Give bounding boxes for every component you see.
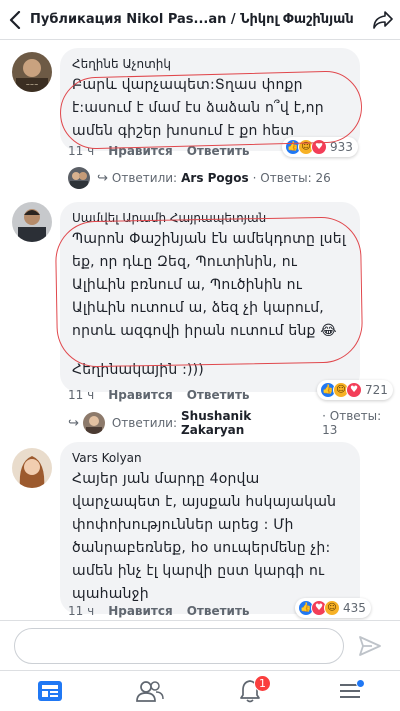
replies-summary[interactable]: ↪ Ответили: Ars Pogos · Ответы: 26 [68,167,331,189]
comment-text: Հայեր յան մարդը 4օրվա վարչապետ է, այսքան… [72,471,337,602]
reaction-count: 933 [330,140,353,154]
reaction-count: 435 [343,601,366,615]
comment-bubble[interactable]: Հեղինե Աչոտիկ Բարև վարչապետ:Տղաս փոքր է:… [60,48,360,151]
love-reaction-icon: ♥ [346,382,362,398]
replies-count: · Ответы: 26 [252,171,331,185]
news-feed-icon [38,681,62,701]
comment-time: 11 ч [68,388,95,402]
notifications-badge: 1 [254,675,271,692]
reply-link[interactable]: Ответить [187,604,250,618]
love-reaction-icon: ♥ [311,139,327,155]
back-button[interactable] [0,0,30,40]
haha-reaction-icon: ☺ [324,600,340,616]
back-chevron-icon [9,10,21,29]
comment-meta: 11 ч Нравится Ответить [68,144,250,158]
tab-menu[interactable] [300,671,400,711]
comment-bubble[interactable]: Vars Kolyan Հայեր յան մարդը 4օրվա վարչապ… [60,442,360,614]
reply-author[interactable]: Ars Pogos [181,171,249,185]
comment-author[interactable]: Հեղինե Աչոտիկ [72,56,348,72]
replies-count: · Ответы: 13 [322,409,382,437]
top-bar: Публикация Nikol Pas...an / Նիկոլ Փաշինյ… [0,0,400,40]
reaction-summary[interactable]: 👍 ♥ ☺ 435 [295,598,371,618]
menu-indicator-dot [356,679,365,688]
reaction-summary[interactable]: 👍 ☺ ♥ 933 [282,137,358,157]
svg-text:~~~: ~~~ [26,82,39,88]
avatar[interactable]: ~~~ [12,52,52,92]
comment-meta: 11 ч Нравится Ответить [68,388,250,402]
reply-arrow-icon: ↪ [68,415,79,431]
tab-news-feed[interactable] [0,671,100,711]
like-link[interactable]: Нравится [108,388,173,402]
share-button[interactable] [366,0,400,40]
page-title: Публикация Nikol Pas...an / Նիկոլ Փաշինյ… [30,12,354,27]
comment-time: 11 ч [68,604,95,618]
avatar[interactable] [12,202,52,242]
comment-time: 11 ч [68,144,95,158]
friends-icon [136,681,164,702]
replies-prefix: Ответили: [111,416,178,430]
reply-author[interactable]: Shushanik Zakaryan [181,409,318,437]
comment-author[interactable]: Սամվել Արամի Հայրապետյան [72,210,348,226]
reply-link[interactable]: Ответить [187,144,250,158]
reaction-summary[interactable]: 👍 ☺ ♥ 721 [317,380,393,400]
send-icon [359,635,381,656]
avatar[interactable] [12,448,52,488]
comment-input[interactable] [14,627,344,664]
comment-text: Բարև վարչապետ:Տղաս փոքր է:ասում է մամ էս… [72,77,324,139]
tab-notifications[interactable]: 1 [200,671,300,711]
replies-summary[interactable]: ↪ Ответили: Shushanik Zakaryan · Ответы:… [68,409,400,437]
bottom-tab-bar: 1 [0,670,400,711]
comment-bubble[interactable]: Սամվել Արամի Հայրապետյան Պարոն Փաշինյան … [60,202,360,392]
reply-avatar [68,167,90,189]
reaction-count: 721 [365,383,388,397]
reply-arrow-icon: ↪ [97,170,108,186]
like-link[interactable]: Нравится [108,604,173,618]
comment-author[interactable]: Vars Kolyan [72,450,348,466]
replies-prefix: Ответили: [111,171,178,185]
send-button[interactable] [356,632,384,660]
comment-signature: Հեղինակային :))) [72,362,204,378]
like-link[interactable]: Нравится [108,144,173,158]
comment-composer [0,620,400,670]
tab-friends[interactable] [100,671,200,711]
comment-meta: 11 ч Нравится Ответить [68,604,250,618]
reply-avatar [82,412,105,434]
share-icon [373,10,393,29]
comment-text: Պարոն Փաշինյան էն ամեկդոտը լսել եք, որ դ… [72,231,346,339]
reply-link[interactable]: Ответить [187,388,250,402]
